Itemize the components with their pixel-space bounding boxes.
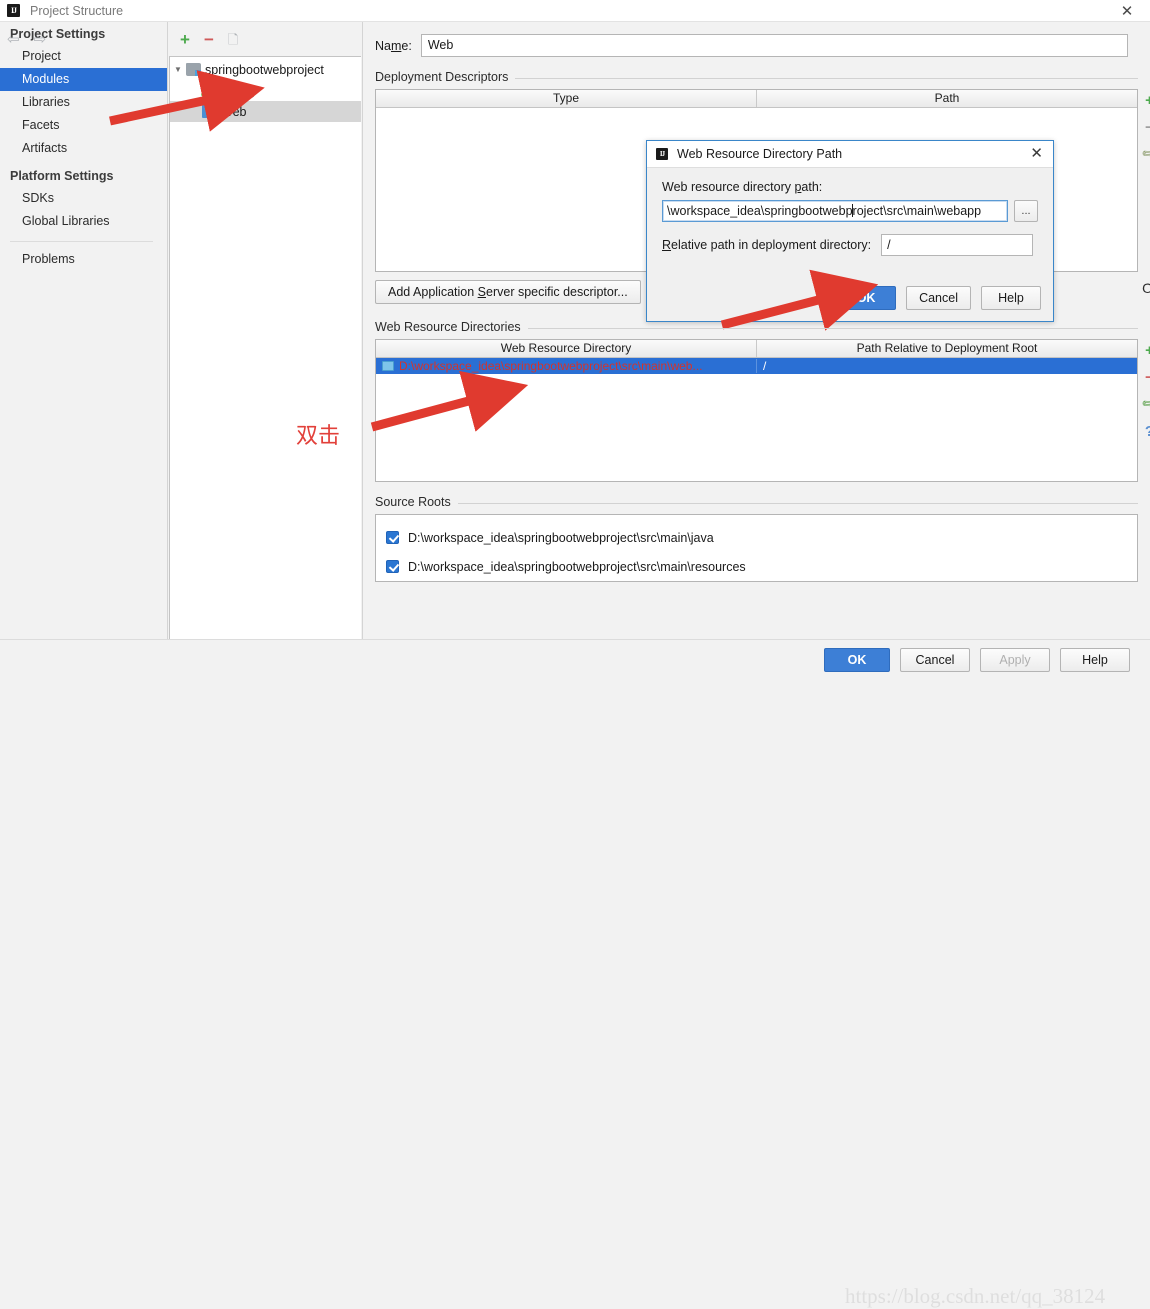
remove-web-resource-icon[interactable]: − xyxy=(1145,370,1150,385)
path-text-after-caret: roject\src\main\webapp xyxy=(852,204,982,218)
name-label: Name: xyxy=(375,38,412,53)
main-area: ⇦ ⇨ Project Settings Project Modules Lib… xyxy=(0,22,1150,639)
web-resource-path-label: Web resource directory path: xyxy=(662,180,823,194)
relative-path-row: Relative path in deployment directory: / xyxy=(662,234,1038,256)
path-input-row: \workspace_idea\springbootwebproject\src… xyxy=(662,200,1038,222)
list-item[interactable]: D:\workspace_idea\springbootwebproject\s… xyxy=(386,523,1137,552)
deployment-descriptors-title: Deployment Descriptors xyxy=(375,70,516,84)
sidebar-item-artifacts[interactable]: Artifacts xyxy=(0,137,167,160)
help-icon[interactable]: ? xyxy=(1145,424,1150,439)
source-root-path: D:\workspace_idea\springbootwebproject\s… xyxy=(408,559,746,574)
intellij-idea-icon: IJ xyxy=(656,148,668,160)
dialog-cancel-button[interactable]: Cancel xyxy=(906,286,971,310)
web-resource-directories-group: Web Resource Directories Web Resource Di… xyxy=(375,320,1150,482)
source-roots-title: Source Roots xyxy=(375,495,458,509)
web-resource-path-input[interactable]: \workspace_idea\springbootwebproject\src… xyxy=(662,200,1008,222)
column-header-path-relative[interactable]: Path Relative to Deployment Root xyxy=(756,340,1137,357)
remove-descriptor-icon[interactable]: − xyxy=(1145,120,1150,135)
spring-leaf-icon xyxy=(200,82,217,99)
window-close-button[interactable]: ✕ xyxy=(1104,0,1150,22)
tree-node-label: Web xyxy=(221,104,247,119)
name-input[interactable]: Web xyxy=(420,34,1128,57)
source-root-checkbox[interactable] xyxy=(386,531,399,544)
table-header-row: Web Resource Directory Path Relative to … xyxy=(376,340,1137,358)
add-module-icon[interactable]: + xyxy=(180,31,190,48)
facet-settings-pane: Name: Web Deployment Descriptors Type Pa… xyxy=(362,22,1150,639)
expand-triangle-icon[interactable]: ▼ xyxy=(170,65,186,74)
relative-path-label: Relative path in deployment directory: xyxy=(662,238,872,252)
add-web-resource-icon[interactable]: + xyxy=(1145,343,1150,358)
tree-node-spring[interactable]: Spring xyxy=(170,80,361,101)
directory-folder-icon xyxy=(382,361,394,371)
path-text-before-caret: \workspace_idea\springbootwebp xyxy=(667,204,853,218)
sidebar-nav-buttons: ⇦ ⇨ xyxy=(0,22,168,56)
copy-module-icon[interactable]: 🗋 xyxy=(228,33,238,46)
sidebar-heading-platform-settings: Platform Settings xyxy=(10,169,114,183)
web-resource-directories-table: Web Resource Directory Path Relative to … xyxy=(375,339,1150,482)
edit-web-resource-icon[interactable]: ✎ xyxy=(1139,394,1150,415)
watermark-text: https://blog.csdn.net/qq_38124 xyxy=(845,1284,1106,1308)
tree-node-label: Spring xyxy=(219,83,256,98)
dialog-help-button[interactable]: Help xyxy=(981,286,1041,310)
dialog-footer-bar: OK Cancel Apply Help https://blog.csdn.n… xyxy=(0,639,1150,1308)
cancel-button[interactable]: Cancel xyxy=(900,648,970,672)
tree-node-web[interactable]: Web xyxy=(170,101,361,122)
sidebar-item-modules[interactable]: Modules xyxy=(0,68,167,91)
dialog-close-button[interactable]: ✕ xyxy=(1030,145,1043,163)
sidebar-item-global-libraries[interactable]: Global Libraries xyxy=(0,210,167,233)
ok-button[interactable]: OK xyxy=(824,648,890,672)
add-descriptor-icon[interactable]: + xyxy=(1145,93,1150,108)
table-header-row: Type Path xyxy=(376,90,1137,108)
tree-node-label: springbootwebproject xyxy=(205,62,324,77)
group-divider-line xyxy=(375,503,1138,504)
deployment-descriptors-tools: + − ✎ xyxy=(1137,90,1150,165)
web-facet-icon xyxy=(202,105,218,119)
dialog-ok-button[interactable]: OK xyxy=(836,286,897,310)
chinese-annotation-double-click: 双击 xyxy=(296,424,341,449)
name-row: Name: Web xyxy=(363,22,1150,57)
source-roots-list: D:\workspace_idea\springbootwebproject\s… xyxy=(375,514,1138,582)
table-row[interactable]: D:\workspace_idea\springbootwebproject\s… xyxy=(376,358,1137,374)
web-resource-relative-path: / xyxy=(756,359,1137,373)
browse-button[interactable]: ... xyxy=(1014,200,1038,222)
column-header-type[interactable]: Type xyxy=(376,90,756,107)
module-tree-toolbar: + − 🗋 xyxy=(169,22,361,56)
add-application-server-descriptor-button[interactable]: Add Application Server specific descript… xyxy=(375,280,641,304)
sidebar-item-facets[interactable]: Facets xyxy=(0,114,167,137)
source-roots-group: Source Roots D:\workspace_idea\springboo… xyxy=(375,495,1138,582)
forward-arrow-icon[interactable]: ⇨ xyxy=(34,32,47,47)
settings-sidebar: ⇦ ⇨ Project Settings Project Modules Lib… xyxy=(0,22,168,639)
clipped-edge-glyph: O xyxy=(1142,280,1150,296)
web-resource-directories-tools: + − ✎ ? xyxy=(1137,340,1150,439)
back-arrow-icon[interactable]: ⇦ xyxy=(7,32,20,47)
edit-descriptor-icon[interactable]: ✎ xyxy=(1139,144,1150,165)
sidebar-item-problems[interactable]: Problems xyxy=(0,248,167,271)
column-header-web-resource-directory[interactable]: Web Resource Directory xyxy=(376,340,756,357)
intellij-idea-icon: IJ xyxy=(7,4,20,17)
web-resource-directory-path-dialog: IJ Web Resource Directory Path ✕ Web res… xyxy=(646,140,1054,322)
module-tree: ▼ springbootwebproject Spring Web xyxy=(169,56,361,639)
sidebar-item-sdks[interactable]: SDKs xyxy=(0,187,167,210)
help-button[interactable]: Help xyxy=(1060,648,1130,672)
column-header-path[interactable]: Path xyxy=(756,90,1137,107)
web-resource-directories-title: Web Resource Directories xyxy=(375,320,528,334)
window-title-bar: IJ Project Structure ✕ xyxy=(0,0,1150,22)
sidebar-divider xyxy=(10,241,153,242)
source-root-checkbox[interactable] xyxy=(386,560,399,573)
module-folder-icon xyxy=(186,63,201,76)
tree-node-springbootwebproject[interactable]: ▼ springbootwebproject xyxy=(170,59,361,80)
relative-path-input[interactable]: / xyxy=(881,234,1034,256)
web-resource-directory-path: D:\workspace_idea\springbootwebproject\s… xyxy=(399,359,703,373)
source-root-path: D:\workspace_idea\springbootwebproject\s… xyxy=(408,530,714,545)
module-tree-panel: + − 🗋 ▼ springbootwebproject Spring Web xyxy=(169,22,361,639)
sidebar-item-libraries[interactable]: Libraries xyxy=(0,91,167,114)
apply-button: Apply xyxy=(980,648,1050,672)
list-item[interactable]: D:\workspace_idea\springbootwebproject\s… xyxy=(386,552,1137,581)
dialog-body: Web resource directory path: \workspace_… xyxy=(647,168,1053,256)
dialog-title: Web Resource Directory Path xyxy=(677,147,843,161)
dialog-title-bar: IJ Web Resource Directory Path ✕ xyxy=(647,141,1053,168)
remove-module-icon[interactable]: − xyxy=(204,31,214,48)
window-title: Project Structure xyxy=(30,3,124,18)
dialog-buttons: OK Cancel Help xyxy=(836,286,1041,310)
